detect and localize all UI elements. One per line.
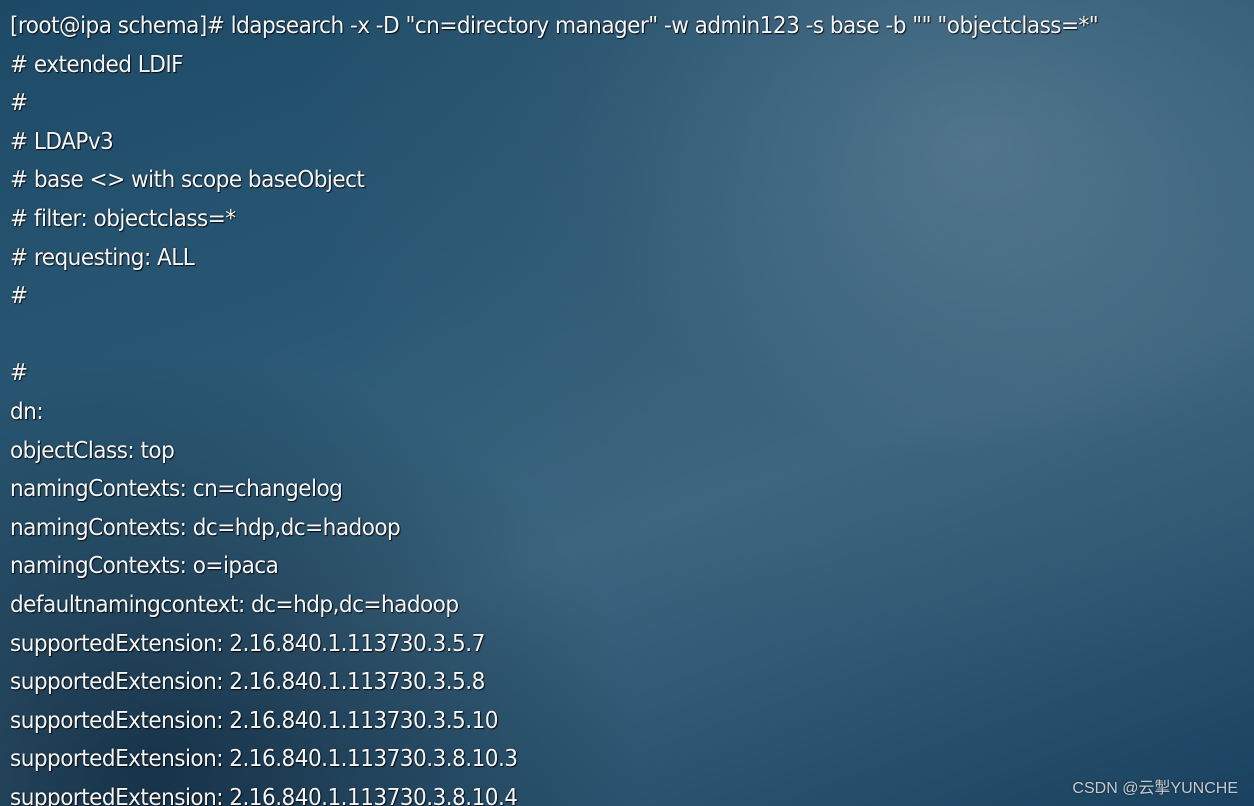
terminal-line: # filter: objectclass=* (10, 203, 236, 232)
terminal-line: namingContexts: dc=hdp,dc=hadoop (10, 512, 401, 541)
terminal-line: # LDAPv3 (10, 126, 114, 155)
terminal-line: # extended LDIF (10, 49, 184, 78)
csdn-watermark: CSDN @云掣YUNCHE (1072, 780, 1238, 797)
terminal-line: objectClass: top (10, 435, 175, 464)
terminal-line: supportedExtension: 2.16.840.1.113730.3.… (10, 667, 485, 696)
terminal-line: # requesting: ALL (10, 242, 195, 271)
terminal-line: namingContexts: cn=changelog (10, 474, 343, 503)
terminal-line: supportedExtension: 2.16.840.1.113730.3.… (10, 705, 499, 734)
terminal-line: supportedExtension: 2.16.840.1.113730.3.… (10, 782, 518, 806)
terminal-output: [root@ipa schema]# ldapsearch -x -D "cn=… (10, 6, 1244, 806)
terminal-command-line[interactable]: [root@ipa schema]# ldapsearch -x -D "cn=… (10, 6, 1145, 45)
terminal-line: defaultnamingcontext: dc=hdp,dc=hadoop (10, 589, 459, 618)
terminal-line: supportedExtension: 2.16.840.1.113730.3.… (10, 744, 518, 773)
terminal-line: dn: (10, 396, 44, 425)
terminal-line: namingContexts: o=ipaca (10, 551, 279, 580)
terminal-line: # (10, 88, 28, 117)
terminal-line: # base <> with scope baseObject (10, 165, 365, 194)
terminal-line: # (10, 281, 28, 310)
terminal-line: supportedExtension: 2.16.840.1.113730.3.… (10, 628, 485, 657)
terminal-line: # (10, 358, 28, 387)
